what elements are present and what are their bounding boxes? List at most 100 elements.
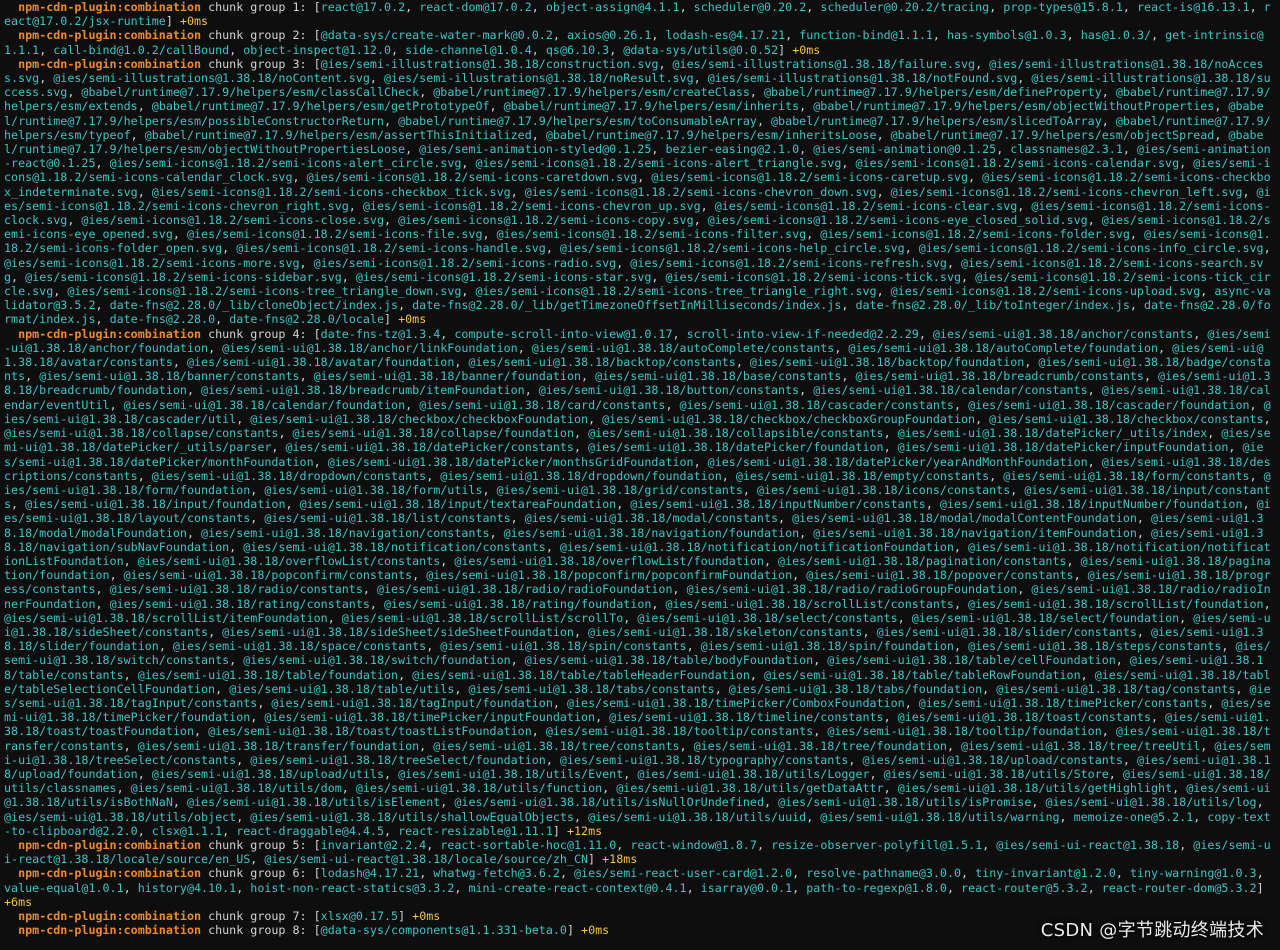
separator: , — [123, 553, 138, 568]
separator: , — [426, 468, 441, 483]
separator: , — [116, 781, 131, 796]
separator: , — [95, 156, 110, 171]
package-name: @ies/semi-ui@1.38.18/popconfirm/popconfi… — [426, 568, 793, 583]
package-name: call-bind@1.0.2/callBound — [53, 42, 230, 57]
separator: , — [679, 738, 694, 753]
package-name: hoist-non-react-statics@3.3.2 — [250, 880, 455, 895]
package-name: @babel/runtime@7.17.9/helpers/esm/object… — [890, 127, 1215, 142]
separator: , — [1249, 468, 1264, 483]
separator: , — [841, 369, 856, 384]
plugin-label: npm-cdn-plugin:combination — [18, 837, 202, 852]
separator: , — [482, 482, 497, 497]
separator: , — [1179, 156, 1194, 171]
package-name: @ies/semi-ui@1.38.18/pagination/constant… — [778, 553, 1067, 568]
timing-label: +0ms — [179, 14, 209, 29]
separator: , — [813, 724, 828, 739]
separator: , — [1193, 326, 1208, 341]
package-name: mini-create-react-context@0.4.1 — [468, 880, 687, 895]
timing-label: +0ms — [792, 42, 821, 57]
separator: , — [67, 85, 82, 100]
separator: , — [573, 809, 589, 824]
log-indent — [4, 327, 18, 341]
package-name: @ies/semi-icons@1.18.2/semi-icons-alert_… — [475, 156, 842, 171]
package-name: history@4.10.1 — [137, 880, 237, 895]
separator: , — [229, 539, 244, 554]
separator: , — [426, 837, 441, 852]
separator: , — [1158, 340, 1173, 355]
bracket-close: ] — [165, 14, 180, 29]
package-name: @ies/semi-illustrations@1.38.18/noConten… — [53, 71, 370, 86]
package-name: @ies/semi-ui@1.38.18/datePicker/yearAndM… — [707, 454, 1088, 469]
package-name: @ies/semi-ui@1.38.18/dropdown/constants — [151, 468, 427, 483]
package-name: @ies/semi-ui@1.38.18/icons/constants — [756, 482, 1011, 497]
separator: , — [876, 284, 891, 299]
separator: , — [883, 426, 898, 441]
separator: , — [799, 383, 814, 398]
package-name: @ies/semi-ui@1.38.18/notification/notifi… — [559, 539, 954, 554]
separator: , — [679, 0, 694, 14]
package-name: @ies/semi-ui@1.38.18/table/bodyFoundatio… — [524, 653, 814, 668]
separator: , — [813, 653, 828, 668]
package-name: @ies/semi-ui@1.38.18/checkbox/checkboxFo… — [250, 411, 589, 426]
log-indent — [4, 838, 18, 852]
separator: , — [799, 525, 814, 540]
log-indent — [4, 57, 18, 71]
bracket-open: [ — [313, 326, 321, 341]
separator: , — [1179, 610, 1194, 625]
separator: , — [383, 113, 399, 128]
separator: , — [1010, 482, 1025, 497]
separator: , — [454, 880, 469, 895]
package-name: @ies/semi-ui@1.38.18/modal/constants — [524, 511, 779, 526]
separator: , — [672, 582, 687, 597]
package-name: @babel/runtime@7.17.9/helpers/esm/create… — [433, 85, 750, 100]
separator: , — [953, 397, 969, 412]
package-name: @ies/semi-ui@1.38.18/scrollList/foundati… — [968, 596, 1264, 611]
package-name: whatwg-fetch@3.6.2 — [433, 866, 560, 881]
separator: , — [398, 667, 413, 682]
separator: , — [412, 568, 427, 583]
separator: , — [53, 284, 68, 299]
separator: , — [1080, 667, 1095, 682]
package-name: @ies/semi-ui@1.38.18/collapsible/constan… — [588, 426, 884, 441]
package-name: tiny-invariant@1.2.0 — [975, 866, 1116, 881]
package-name: @ies/semi-ui@1.38.18/rating/constants — [109, 596, 370, 611]
separator: , — [123, 738, 138, 753]
separator: , — [545, 241, 560, 256]
separator: , — [419, 866, 434, 881]
package-name: @ies/semi-ui@1.38.18/autoComplete/founda… — [848, 340, 1159, 355]
package-name: invariant@2.2.4 — [320, 837, 427, 852]
separator: , — [208, 624, 223, 639]
separator: , — [348, 198, 363, 213]
separator: , — [1207, 695, 1222, 710]
separator: , — [1179, 837, 1194, 852]
separator: , — [982, 837, 997, 852]
timing-label: +18ms — [602, 852, 638, 867]
timing-label: +6ms — [4, 894, 33, 909]
package-name: @ies/semi-ui@1.38.18/backtop/foundation — [749, 355, 1025, 370]
separator: , — [792, 866, 807, 881]
separator: , — [531, 0, 546, 14]
package-name: @ies/semi-ui@1.38.18/select/constants — [637, 610, 898, 625]
separator: , — [137, 823, 152, 838]
separator: , — [651, 28, 666, 43]
package-name: xlsx@0.17.5 — [320, 909, 399, 923]
separator: , — [137, 184, 152, 199]
separator: , — [623, 610, 638, 625]
package-name: scroll-into-view-if-needed@2.2.29 — [686, 326, 919, 341]
log-indent — [4, 923, 18, 937]
separator: , — [1221, 639, 1236, 654]
package-name: function-bind@1.1.1 — [799, 28, 933, 43]
package-name: @ies/semi-ui@1.38.18/spin/constants — [440, 639, 687, 654]
separator: , — [686, 639, 701, 654]
separator: , — [1017, 198, 1032, 213]
package-name: react-router@5.3.2 — [961, 880, 1088, 895]
separator: , — [785, 28, 800, 43]
separator: , — [1136, 624, 1151, 639]
bracket-close: ] — [566, 923, 582, 938]
package-name: @ies/semi-ui@1.38.18/utils/getHighlight — [897, 781, 1173, 796]
separator: , — [1108, 766, 1123, 781]
package-name: scheduler@0.20.2 — [693, 0, 807, 14]
log-indent — [4, 0, 18, 14]
separator: , — [799, 142, 814, 157]
separator: , — [405, 142, 420, 157]
